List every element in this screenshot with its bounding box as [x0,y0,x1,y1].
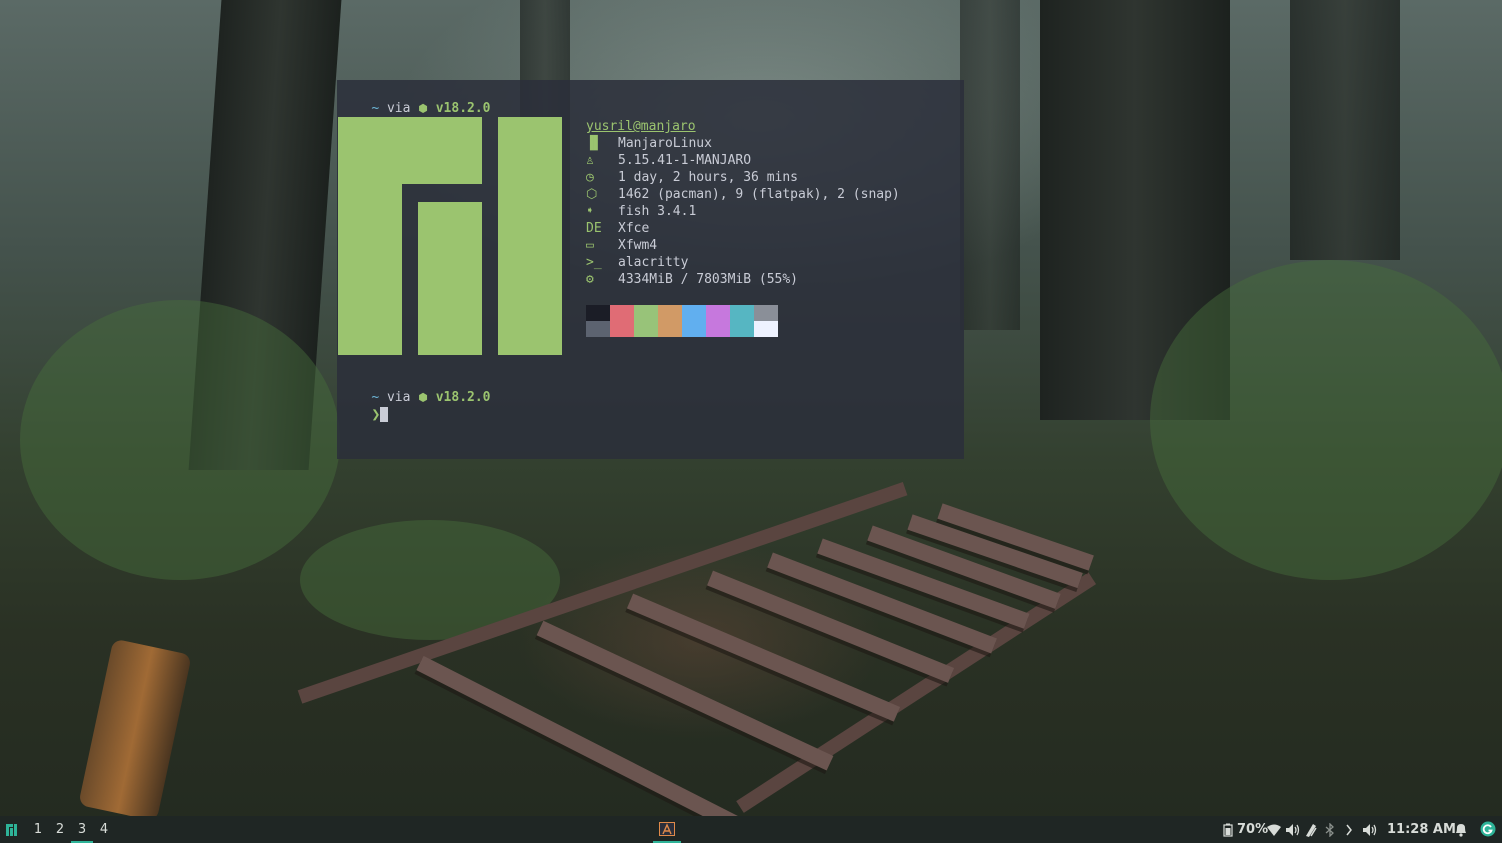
audio-volume-icon[interactable] [1362,816,1380,843]
manjaro-menu-button[interactable] [4,816,22,843]
wallpaper-tree [960,0,1020,330]
info-row-terminal: >_ alacritty [586,255,689,270]
palette-swatch [754,321,778,337]
taskbar-app-alacritty[interactable] [653,816,681,843]
node-version: v18.2.0 [427,390,491,405]
de-label: DE [586,221,602,236]
manjaro-icon: ▐▌ [586,136,602,151]
wallpaper-foliage [20,300,340,580]
info-row-kernel: ♙ 5.15.41-1-MANJARO [586,153,752,168]
wallpaper-stair-step [416,655,763,843]
taskbar: 1 2 3 4 70% 11:28 AM [0,816,1502,843]
bluetooth-icon[interactable] [1325,816,1339,843]
timer-icon: ◷ [586,170,594,185]
info-row-uptime: ◷ 1 day, 2 hours, 36 mins [586,170,799,185]
logo-block-left [338,117,482,184]
battery-percentage[interactable]: 70% [1237,816,1268,843]
pen-tablet-icon[interactable] [1304,816,1320,843]
palette-swatch [706,305,730,321]
memory-chip-icon: ⚙ [586,272,594,287]
wallpaper-tree [1290,0,1400,260]
workspace-3[interactable]: 3 [71,816,93,843]
info-row-wm: ▭ Xfwm4 [586,238,658,253]
palette-swatch [658,305,682,321]
color-palette [586,305,778,337]
input-line[interactable]: ❯ [340,389,389,441]
palette-swatch [586,321,610,337]
info-row-shell: ➧ fish 3.4.1 [586,204,697,219]
tray-expand-chevron-icon[interactable] [1345,816,1357,843]
terminal-window[interactable]: ~ via ⬢ v18.2.0 ❯neofetch yusril@manjaro… [337,80,964,459]
workspace-2[interactable]: 2 [49,816,71,843]
alacritty-icon [659,822,675,836]
info-row-os: ▐▌ ManjaroLinux [586,136,712,151]
nodejs-icon: ⬢ [418,391,428,404]
palette-swatch [754,305,778,321]
fish-icon: ➧ [586,204,594,219]
user-host-title: yusril@manjaro [586,119,696,134]
palette-swatch [682,321,706,337]
text-cursor [380,407,389,422]
palette-swatch [706,321,730,337]
palette-swatch [730,305,754,321]
wallpaper-stair-step [626,593,901,722]
logo-block-left-stem [338,184,402,355]
monitor-icon: ▭ [586,238,594,253]
palette-swatch [658,321,682,337]
manjaro-menu-icon [6,824,17,836]
palette-swatch [586,305,610,321]
wallpaper-foliage [1150,260,1502,580]
palette-swatch [634,321,658,337]
palette-swatch [610,321,634,337]
info-row-de: DE Xfce [586,221,650,236]
palette-swatch [730,321,754,337]
logo-block-right [498,117,562,355]
workspace-4[interactable]: 4 [93,816,115,843]
palette-swatch [682,305,706,321]
logo-block-middle [418,202,482,355]
wifi-icon[interactable] [1267,816,1283,843]
update-manager-icon[interactable] [1480,816,1498,843]
tux-icon: ♙ [586,153,594,168]
info-row-memory: ⚙ 4334MiB / 7803MiB (55%) [586,272,799,287]
notification-bell-icon[interactable] [1454,816,1470,843]
battery-icon[interactable] [1223,816,1235,843]
clock[interactable]: 11:28 AM [1387,816,1456,843]
neofetch-info: yusril@manjaro ▐▌ ManjaroLinux ♙ 5.15.41-1… [586,118,900,288]
terminal-prompt-icon: >_ [586,255,602,270]
manjaro-logo [338,117,562,355]
palette-swatch [634,305,658,321]
palette-swatch [610,305,634,321]
prompt-arrow-icon: ❯ [371,405,381,423]
workspace-1[interactable]: 1 [27,816,49,843]
wallpaper-log [78,638,192,822]
package-icon: ⬡ [586,187,598,202]
info-row-packages: ⬡ 1462 (pacman), 9 (flatpak), 2 (snap) [586,187,900,202]
volume-icon[interactable] [1285,816,1301,843]
